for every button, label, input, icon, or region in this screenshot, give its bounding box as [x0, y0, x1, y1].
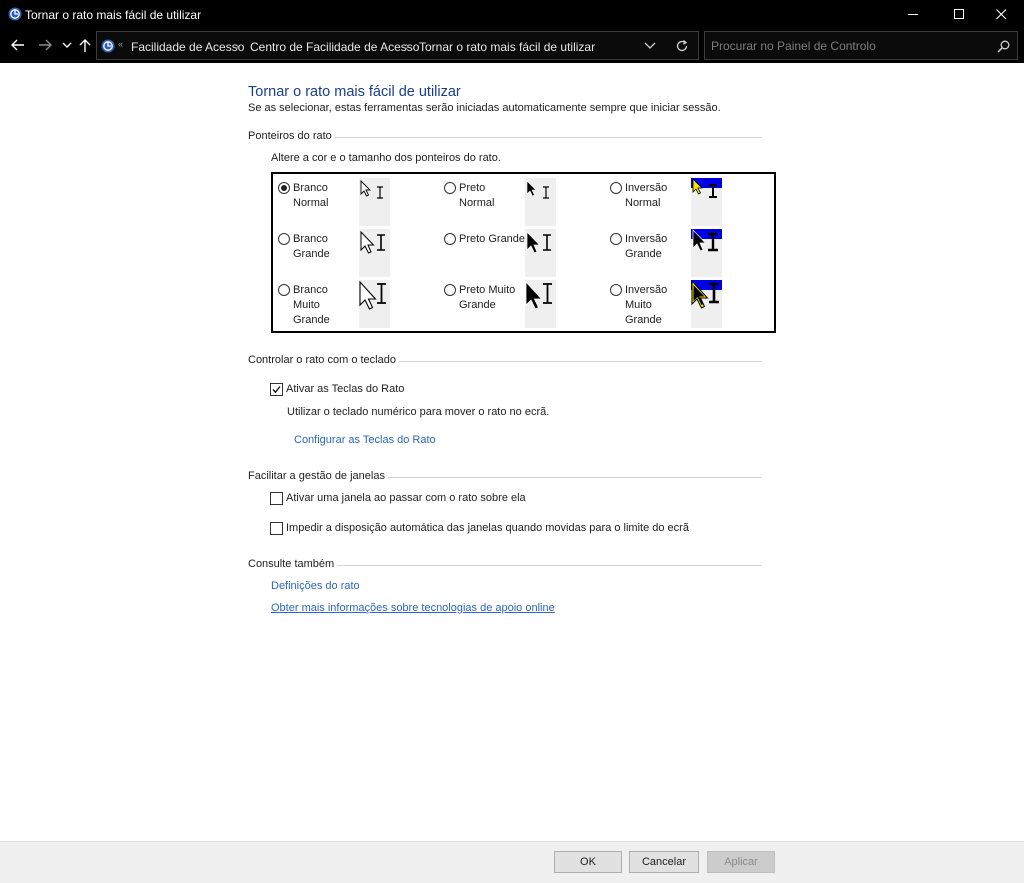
pointers-description: Altere a cor e o tamanho dos ponteiros d… — [271, 152, 501, 164]
breadcrumb-separator-icon[interactable]: › — [405, 39, 409, 53]
address-breadcrumb[interactable]: « Facilidade de Acesso › Centro de Facil… — [96, 31, 699, 60]
page-title: Tornar o rato mais fácil de utilizar — [248, 84, 461, 100]
pointer-option-inverse-normal[interactable]: Inversão Normal — [605, 175, 767, 226]
maximize-icon — [954, 9, 964, 19]
pointer-option-label: Branco Normal — [293, 182, 329, 209]
apply-button[interactable]: Aplicar — [707, 851, 775, 873]
inverse-large-cursor-icon — [691, 229, 722, 252]
up-arrow-icon[interactable] — [76, 36, 94, 54]
title-bar: Tornar o rato mais fácil de utilizar — [0, 0, 1024, 29]
pointer-option-white-extra-large[interactable]: Branco Muito Grande — [273, 277, 435, 328]
radio-button[interactable] — [278, 182, 290, 194]
pointer-scheme-group: Branco Normal Preto Normal Inversão Norm… — [271, 172, 776, 333]
pointer-option-label: Preto Grande — [459, 233, 526, 245]
radio-button[interactable] — [278, 284, 290, 296]
pointer-preview — [691, 229, 722, 277]
mouse-keys-checkbox[interactable] — [270, 383, 283, 396]
pointer-preview — [525, 280, 556, 328]
pointer-option-label: Inversão Grande — [625, 233, 668, 260]
pointer-option-white-normal[interactable]: Branco Normal — [273, 175, 435, 226]
breadcrumb-item[interactable]: Facilidade de Acesso — [131, 40, 244, 54]
section-heading-label: Consulte também — [248, 558, 338, 570]
close-icon — [996, 9, 1007, 20]
prevent-snap-checkbox[interactable] — [270, 522, 283, 535]
pointer-preview — [691, 280, 722, 328]
pointer-option-inverse-extra-large[interactable]: Inversão Muito Grande — [605, 277, 767, 328]
radio-button[interactable] — [610, 182, 622, 194]
content-area: Tornar o rato mais fácil de utilizar Se … — [0, 63, 1024, 841]
radio-button[interactable] — [278, 233, 290, 245]
white-normal-cursor-icon — [360, 179, 383, 199]
inverse-extra-large-cursor-icon — [691, 280, 722, 309]
breadcrumb-item[interactable]: Tornar o rato mais fácil de utilizar — [419, 40, 595, 54]
pointer-option-white-large[interactable]: Branco Grande — [273, 226, 435, 277]
minimize-icon — [908, 14, 918, 15]
radio-button[interactable] — [444, 233, 456, 245]
back-arrow-icon[interactable] — [9, 36, 27, 54]
close-button[interactable] — [978, 0, 1024, 29]
breadcrumb-item[interactable]: Centro de Facilidade de Acesso — [250, 40, 419, 54]
forward-arrow-icon[interactable] — [36, 36, 54, 54]
pointer-option-label: Inversão Muito Grande — [625, 284, 668, 326]
window-title: Tornar o rato mais fácil de utilizar — [25, 8, 202, 22]
radio-button[interactable] — [444, 284, 456, 296]
search-box[interactable] — [704, 31, 1018, 60]
pointer-preview — [525, 178, 556, 226]
cancel-button[interactable]: Cancelar — [629, 851, 699, 873]
maximize-button[interactable] — [936, 0, 982, 29]
radio-button[interactable] — [610, 233, 622, 245]
mouse-keys-label[interactable]: Ativar as Teclas do Rato — [286, 383, 404, 395]
ease-of-access-icon — [8, 7, 22, 21]
pointer-option-label: Branco Muito Grande — [293, 284, 330, 326]
address-dropdown-icon[interactable] — [644, 41, 656, 51]
pointer-option-inverse-large[interactable]: Inversão Grande — [605, 226, 767, 277]
prevent-snap-label[interactable]: Impedir a disposição automática das jane… — [286, 522, 689, 534]
pointer-preview — [525, 229, 556, 277]
ok-button[interactable]: OK — [554, 851, 622, 873]
pointer-option-black-normal[interactable]: Preto Normal — [439, 175, 601, 226]
pointer-option-label: Branco Grande — [293, 233, 330, 260]
breadcrumb-overflow-icon[interactable]: « — [118, 39, 123, 49]
page-subtitle: Se as selecionar, estas ferramentas serã… — [248, 102, 721, 114]
search-icon[interactable] — [997, 40, 1010, 53]
hover-activate-checkbox[interactable] — [270, 492, 283, 505]
white-extra-large-cursor-icon — [359, 280, 386, 310]
mouse-settings-link[interactable]: Definições do rato — [271, 580, 360, 592]
dialog-button-bar: OK Cancelar Aplicar — [0, 841, 1024, 883]
breadcrumb-separator-icon[interactable]: › — [235, 39, 239, 53]
section-heading-label: Controlar o rato com o teclado — [248, 354, 399, 366]
configure-mouse-keys-link[interactable]: Configurar as Teclas do Rato — [294, 434, 436, 446]
pointer-preview — [359, 229, 390, 277]
radio-button[interactable] — [610, 284, 622, 296]
black-extra-large-cursor-icon — [525, 280, 552, 310]
recent-locations-chevron-icon[interactable] — [58, 36, 76, 54]
pointer-option-label: Preto Normal — [459, 182, 495, 209]
black-large-cursor-icon — [526, 231, 551, 254]
minimize-button[interactable] — [890, 0, 936, 29]
assistive-tech-info-link[interactable]: Obter mais informações sobre tecnologias… — [271, 602, 555, 614]
pointer-preview — [359, 280, 390, 328]
navigation-bar: « Facilidade de Acesso › Centro de Facil… — [0, 29, 1024, 63]
pointer-preview — [359, 178, 390, 226]
mouse-keys-description: Utilizar o teclado numérico para mover o… — [287, 406, 550, 418]
pointer-option-black-large[interactable]: Preto Grande — [439, 226, 601, 277]
pointer-option-black-extra-large[interactable]: Preto Muito Grande — [439, 277, 601, 328]
pointer-preview — [691, 178, 722, 226]
pointer-option-label: Inversão Normal — [625, 182, 668, 209]
inverse-normal-cursor-icon — [691, 178, 722, 198]
black-normal-cursor-icon — [526, 180, 549, 199]
control-panel-location-icon — [101, 39, 115, 53]
radio-button[interactable] — [444, 182, 456, 194]
section-heading-label: Facilitar a gestão de janelas — [248, 470, 388, 482]
search-input[interactable] — [711, 37, 981, 55]
hover-activate-label[interactable]: Ativar uma janela ao passar com o rato s… — [286, 492, 526, 504]
refresh-icon[interactable] — [675, 39, 689, 53]
section-heading-label: Ponteiros do rato — [248, 130, 335, 142]
white-large-cursor-icon — [360, 230, 385, 254]
pointer-option-label: Preto Muito Grande — [459, 284, 516, 311]
checkmark-icon — [272, 386, 281, 394]
